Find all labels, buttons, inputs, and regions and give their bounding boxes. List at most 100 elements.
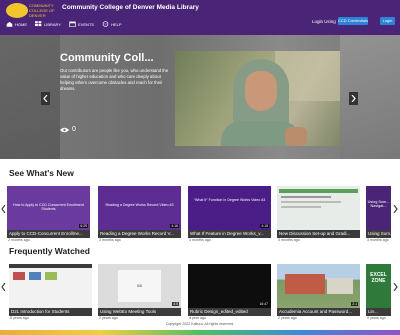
row-next-button[interactable] [393, 200, 398, 214]
card-thumbnail[interactable] [9, 264, 92, 308]
card-title[interactable]: Rubric Design_edited_edited [188, 308, 271, 316]
chevron-left-icon [43, 95, 48, 102]
new-media-row: How to Apply to CCD Concurrent Enrollmen… [0, 186, 400, 244]
card-thumbnail[interactable]: Using Sum... Navigat... [366, 186, 391, 230]
home-icon [6, 21, 13, 27]
card-duration: 6:29 [79, 223, 88, 228]
hero-image-hand [285, 127, 307, 146]
screenshot-tile [13, 272, 25, 280]
hero-view-count: 0 [60, 126, 76, 133]
chevron-left-icon [1, 204, 6, 214]
card-title[interactable]: Lin... [366, 308, 391, 316]
card-thumbnail[interactable] [277, 186, 360, 230]
nav-help-label: HELP [111, 21, 122, 27]
screenshot-titlebar [9, 264, 92, 268]
card-title[interactable]: Accudemia Account and Password... [277, 308, 360, 316]
screenshot-tile [45, 272, 57, 280]
screenshot-line [281, 196, 331, 198]
thumbnail-caption: How to Apply to CCD Concurrent Enrollmen… [13, 203, 84, 212]
card-age: 8 years ago [10, 316, 29, 320]
site-header: COMMUNITY COLLEGE OF DENVER Community Co… [0, 0, 400, 35]
footer-copyright: Copyright 2022 Kaltura. All rights reser… [165, 322, 235, 326]
card-thumbnail[interactable]: EXCEL ZONE [366, 264, 391, 308]
card-title[interactable]: Apply to CCD-Concurrent Enrollme... [7, 230, 90, 238]
row-prev-button[interactable] [1, 278, 6, 292]
card-title[interactable]: New Discussion Set-up and Gradi... [277, 230, 360, 238]
card-duration: 2:1 [351, 301, 358, 306]
thumbnail-caption: 5/6 [137, 284, 142, 288]
nav-help[interactable]: ? HELP [102, 21, 122, 27]
card-age: 2 months ago [8, 238, 30, 242]
building-photo [327, 278, 353, 294]
nav-home-label: HOME [15, 21, 27, 27]
thumbnail-caption: Reading a Degree Works Record Video #3 [105, 203, 174, 207]
card-thumbnail[interactable]: "What If" Function in Degree Works Video… [188, 186, 271, 230]
card-title[interactable]: Using WebEx Meeting Tools [98, 308, 181, 316]
nav-library-label: LIBRARY [44, 21, 62, 27]
hero-next-button[interactable] [349, 92, 358, 105]
section-title-new: See What's New [9, 168, 74, 178]
card-title[interactable]: What If Feature in Degree Works_v... [188, 230, 271, 238]
card-title[interactable]: Reading a Degree Works Record V... [98, 230, 181, 238]
hero-views-value: 0 [72, 126, 76, 133]
building-photo [285, 274, 325, 294]
chevron-left-icon [1, 282, 6, 292]
eye-icon [60, 127, 69, 132]
thumbnail-caption: EXCEL ZONE [370, 272, 387, 284]
thumbnail-caption: "What If" Function in Degree Works Video… [193, 198, 266, 202]
hero-image-face [245, 71, 277, 111]
footer-color-bar [0, 330, 400, 335]
card-duration: 4:5 [172, 301, 179, 306]
frequent-media-row: D2L Introduction for Students 8 years ag… [0, 264, 400, 322]
help-icon: ? [102, 21, 109, 27]
chevron-right-icon [351, 95, 356, 102]
grid-icon [35, 21, 42, 27]
card-duration: 16:47 [258, 301, 269, 306]
nav-home[interactable]: HOME [6, 21, 27, 27]
card-age: 9 years ago [367, 316, 386, 320]
card-duration: 4:16 [170, 223, 179, 228]
hero-description: Our contributors are people like you, wh… [60, 68, 169, 91]
calendar-icon [69, 21, 76, 27]
nav-library[interactable]: LIBRARY [35, 21, 61, 27]
chevron-right-icon [393, 204, 398, 214]
screenshot-line [281, 206, 321, 208]
hero-backdrop-left [0, 35, 60, 159]
section-title-frequent: Frequently Watched [9, 246, 90, 256]
site-title[interactable]: Community College of Denver Media Librar… [62, 4, 199, 11]
hero-carousel: Community Coll... Our contributors are p… [0, 35, 400, 159]
login-button[interactable]: Login [380, 17, 395, 25]
row-next-button[interactable] [393, 278, 398, 292]
hero-title[interactable]: Community Coll... [60, 52, 154, 64]
card-age: 3 months ago [99, 238, 121, 242]
chevron-right-icon [393, 282, 398, 292]
row-prev-button[interactable] [1, 200, 6, 214]
logo-text: COMMUNITY COLLEGE OF DENVER [29, 3, 55, 18]
card-title[interactable]: Using Sum... [366, 230, 391, 238]
card-thumbnail[interactable]: 2:1 [277, 264, 360, 308]
nav-events[interactable]: EVENTS [69, 21, 94, 27]
card-thumbnail[interactable]: 16:47 [188, 264, 271, 308]
screenshot-line [281, 201, 341, 203]
card-thumbnail[interactable]: 5/6 4:5 [98, 264, 181, 308]
college-logo[interactable] [6, 3, 28, 18]
card-age: a year ago [189, 316, 206, 320]
hero-prev-button[interactable] [41, 92, 50, 105]
screenshot-toolbar [279, 189, 358, 193]
card-title[interactable]: D2L Introduction for Students [9, 308, 92, 316]
svg-text:?: ? [105, 22, 107, 26]
ccd-login-button[interactable]: CCD Credentials [338, 17, 368, 25]
login-label: Login Using [312, 19, 336, 24]
card-age: 3 months ago [189, 238, 211, 242]
card-age: 3 months ago [278, 238, 300, 242]
card-age: 3 months ago [367, 238, 389, 242]
nav-events-label: EVENTS [78, 21, 95, 27]
hero-video-thumbnail[interactable] [175, 51, 340, 146]
thumbnail-caption: Using Sum... Navigat... [367, 200, 390, 209]
card-age: 2 years ago [99, 316, 118, 320]
card-thumbnail[interactable]: How to Apply to CCD Concurrent Enrollmen… [7, 186, 90, 230]
card-age: 2 years ago [278, 316, 297, 320]
main-nav: HOME LIBRARY EVENTS ? HELP [6, 21, 122, 27]
card-thumbnail[interactable]: Reading a Degree Works Record Video #3 4… [98, 186, 181, 230]
card-duration: 4:15 [260, 223, 269, 228]
